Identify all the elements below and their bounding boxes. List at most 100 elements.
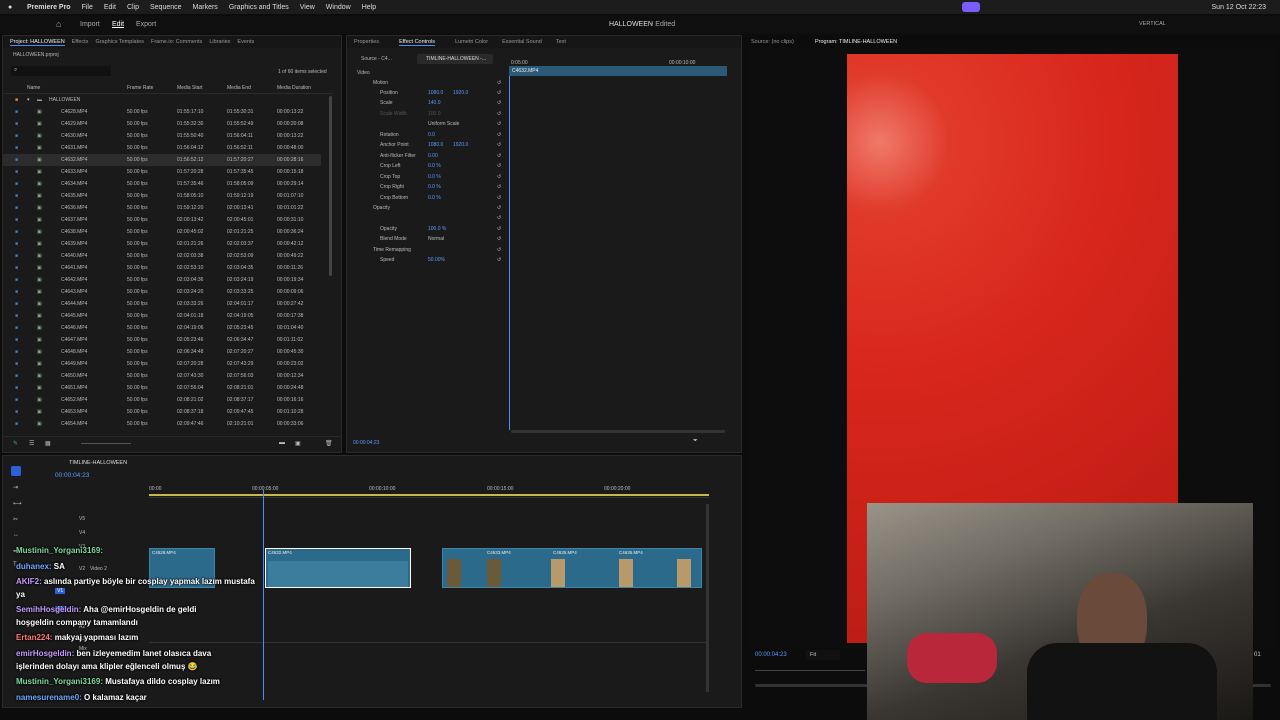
effect-value[interactable]: 0.0 % [428, 184, 441, 190]
tab-effects[interactable]: Effects [72, 39, 89, 45]
effect-value[interactable]: 0.00 [428, 153, 438, 159]
project-row[interactable]: ■ ▣ C4647.MP4 50.00 fps 02:05:23:46 02:06:34:… [3, 334, 321, 346]
menu-window[interactable]: Window [326, 4, 351, 11]
project-row[interactable]: ■ ▣ C4638.MP4 50.00 fps 02:00:45:02 02:01:21:… [3, 226, 321, 238]
col-media-duration[interactable]: Media Duration [277, 85, 311, 91]
program-timecode[interactable]: 00:00:04:23 [755, 652, 787, 658]
project-row[interactable]: ■ ▣ C4649.MP4 50.00 fps 02:07:20:28 02:07:43:… [3, 358, 321, 370]
project-row[interactable]: ■ ▣ C4640.MP4 50.00 fps 02:02:03:38 02:02:53:… [3, 250, 321, 262]
zoom-slider[interactable] [81, 443, 131, 444]
home-icon[interactable]: ⌂ [56, 19, 61, 29]
app-menu[interactable]: Premiere Pro [27, 4, 71, 11]
effect-value[interactable]: 0.0 % [428, 163, 441, 169]
menu-graphics[interactable]: Graphics and Titles [229, 4, 289, 11]
reset-icon[interactable]: ↺ [497, 215, 501, 221]
reset-icon[interactable]: ↺ [497, 163, 501, 169]
tab-text[interactable]: Text [556, 39, 566, 45]
project-row[interactable]: ■ ▣ C4641.MP4 50.00 fps 02:02:53:10 02:03:04:… [3, 262, 321, 274]
tab-events[interactable]: Events [237, 39, 254, 45]
reset-icon[interactable]: ↺ [497, 236, 501, 242]
sequence-name[interactable]: TIMLINE-HALLOWEEN [69, 460, 127, 466]
reset-icon[interactable]: ↺ [497, 184, 501, 190]
fit-select[interactable]: Fit [806, 650, 840, 660]
program-monitor-label[interactable]: Program: TIMLINE-HALLOWEEN [815, 39, 897, 45]
source-monitor-label[interactable]: Source: (no clips) [751, 39, 794, 45]
track-v5[interactable]: V5 [79, 516, 85, 522]
tab-export[interactable]: Export [136, 21, 156, 28]
timeline-ruler[interactable]: 00:00 00:00:05:00 00:00:10:00 00:00:15:0… [149, 482, 709, 498]
selection-tool-icon[interactable] [11, 466, 21, 476]
timeline-scrollbar[interactable] [706, 504, 709, 692]
reset-icon[interactable]: ↺ [497, 100, 501, 106]
tab-graphics-templates[interactable]: Graphics Templates [95, 39, 144, 45]
tab-essential-sound[interactable]: Essential Sound [502, 39, 542, 45]
work-area-bar[interactable] [149, 494, 709, 496]
project-row[interactable]: ■ ▣ C4645.MP4 50.00 fps 02:04:01:18 02:04:19:… [3, 310, 321, 322]
project-row[interactable]: ■ ▣ C4651.MP4 50.00 fps 02:07:56:04 02:08:21:… [3, 382, 321, 394]
project-row[interactable]: ■ ▣ C4650.MP4 50.00 fps 02:07:43:30 02:07:56:… [3, 370, 321, 382]
razor-icon[interactable]: ✂ [13, 516, 18, 523]
track-select-icon[interactable]: ⇥ [13, 484, 18, 491]
project-row[interactable]: ■ ▣ C4642.MP4 50.00 fps 02:03:04:36 02:03:24:… [3, 274, 321, 286]
timeline-playhead[interactable] [263, 490, 264, 700]
tab-frameio[interactable]: Frame.io: Comments [151, 39, 202, 45]
menu-sequence[interactable]: Sequence [150, 4, 182, 11]
slip-icon[interactable]: ↔ [13, 532, 19, 538]
reset-icon[interactable]: ↺ [497, 226, 501, 232]
pencil-icon[interactable]: ✎ [13, 440, 18, 447]
effect-value[interactable]: 0.0 % [428, 174, 441, 180]
project-row[interactable]: ■ ▣ C4632.MP4 50.00 fps 01:56:52:12 01:57:20:… [3, 154, 321, 166]
effect-row[interactable]: Speed 50.00% ↺ [347, 254, 507, 266]
track-v2[interactable]: V2 [79, 566, 85, 572]
col-media-end[interactable]: Media End [227, 85, 251, 91]
project-row[interactable]: ■ ▣ C4652.MP4 50.00 fps 02:08:21:02 02:08:37:… [3, 394, 321, 406]
ec-clip-bar[interactable]: C4632.MP4 [509, 66, 727, 76]
clip-c4633[interactable]: C4633.MP4 C4635.MP4 C4635.MP4 [442, 548, 702, 588]
reset-icon[interactable]: ↺ [497, 80, 501, 86]
reset-icon[interactable]: ↺ [497, 132, 501, 138]
reset-icon[interactable]: ↺ [497, 90, 501, 96]
ec-zoom-bar[interactable] [511, 430, 725, 433]
tab-libraries[interactable]: Libraries [209, 39, 230, 45]
reset-icon[interactable]: ↺ [497, 142, 501, 148]
timeline-timecode[interactable]: 00:00:04:23 [55, 472, 89, 479]
clip-c4632[interactable]: C4632.MP4 [265, 548, 411, 588]
project-row[interactable]: ■ ▣ C4633.MP4 50.00 fps 01:57:20:28 01:57:35:… [3, 166, 321, 178]
col-name[interactable]: Name [27, 85, 40, 91]
source-clip[interactable]: Source - C4... [361, 56, 392, 62]
menu-edit[interactable]: Edit [104, 4, 116, 11]
project-row[interactable]: ■ ▣ C4634.MP4 50.00 fps 01:57:35:46 01:58:05:… [3, 178, 321, 190]
tab-lumetri[interactable]: Lumetri Color [455, 39, 488, 45]
new-bin-icon[interactable]: ▬ [279, 440, 285, 446]
effect-value-y[interactable]: 1920.0 [453, 90, 468, 96]
ripple-icon[interactable]: ⟷ [13, 500, 22, 507]
reset-icon[interactable]: ↺ [497, 153, 501, 159]
effect-value[interactable]: 140.0 [428, 100, 441, 106]
project-row[interactable]: ■ ▣ C4639.MP4 50.00 fps 02:01:21:26 02:02:03:… [3, 238, 321, 250]
effect-value[interactable]: 50.00% [428, 257, 445, 263]
project-row[interactable]: ■ ▣ C4636.MP4 50.00 fps 01:59:12:20 02:00:13:… [3, 202, 321, 214]
tab-import[interactable]: Import [80, 21, 100, 28]
effect-value-y[interactable]: 1920.0 [453, 142, 468, 148]
tab-effect-controls[interactable]: Effect Controls [399, 39, 436, 46]
effect-value[interactable]: 0.0 % [428, 195, 441, 201]
sequence-clip[interactable]: TIMLINE-HALLOWEEN -... [426, 56, 486, 62]
effect-value[interactable]: 100.0 [428, 111, 441, 117]
effect-value[interactable]: 100.0 % [428, 226, 446, 232]
effect-value[interactable]: 0.0 [428, 132, 435, 138]
effect-value[interactable]: 1080.0 [428, 142, 443, 148]
list-view-icon[interactable]: ☰ [29, 440, 34, 447]
search-input[interactable]: ⌕ [11, 66, 111, 76]
project-row[interactable]: ■ ▣ C4646.MP4 50.00 fps 02:04:19:06 02:05:23:… [3, 322, 321, 334]
project-row[interactable]: ■ ▣ C4631.MP4 50.00 fps 01:56:04:12 01:56:52:… [3, 142, 321, 154]
chevron-down-icon[interactable]: ▾ [27, 97, 30, 103]
project-row[interactable]: ■ ▣ C4628.MP4 50.00 fps 01:55:17:10 01:55:30:… [3, 106, 321, 118]
folder-row[interactable]: ■ ▾ ▬ HALLOWEEN [3, 94, 333, 106]
new-item-icon[interactable]: ▣ [295, 440, 301, 447]
reset-icon[interactable]: ↺ [497, 247, 501, 253]
menu-view[interactable]: View [300, 4, 315, 11]
icon-view-icon[interactable]: ▦ [45, 440, 51, 447]
track-v4[interactable]: V4 [79, 530, 85, 536]
project-row[interactable]: ■ ▣ C4644.MP4 50.00 fps 02:03:33:26 02:04:01:… [3, 298, 321, 310]
col-frame-rate[interactable]: Frame Rate [127, 85, 153, 91]
